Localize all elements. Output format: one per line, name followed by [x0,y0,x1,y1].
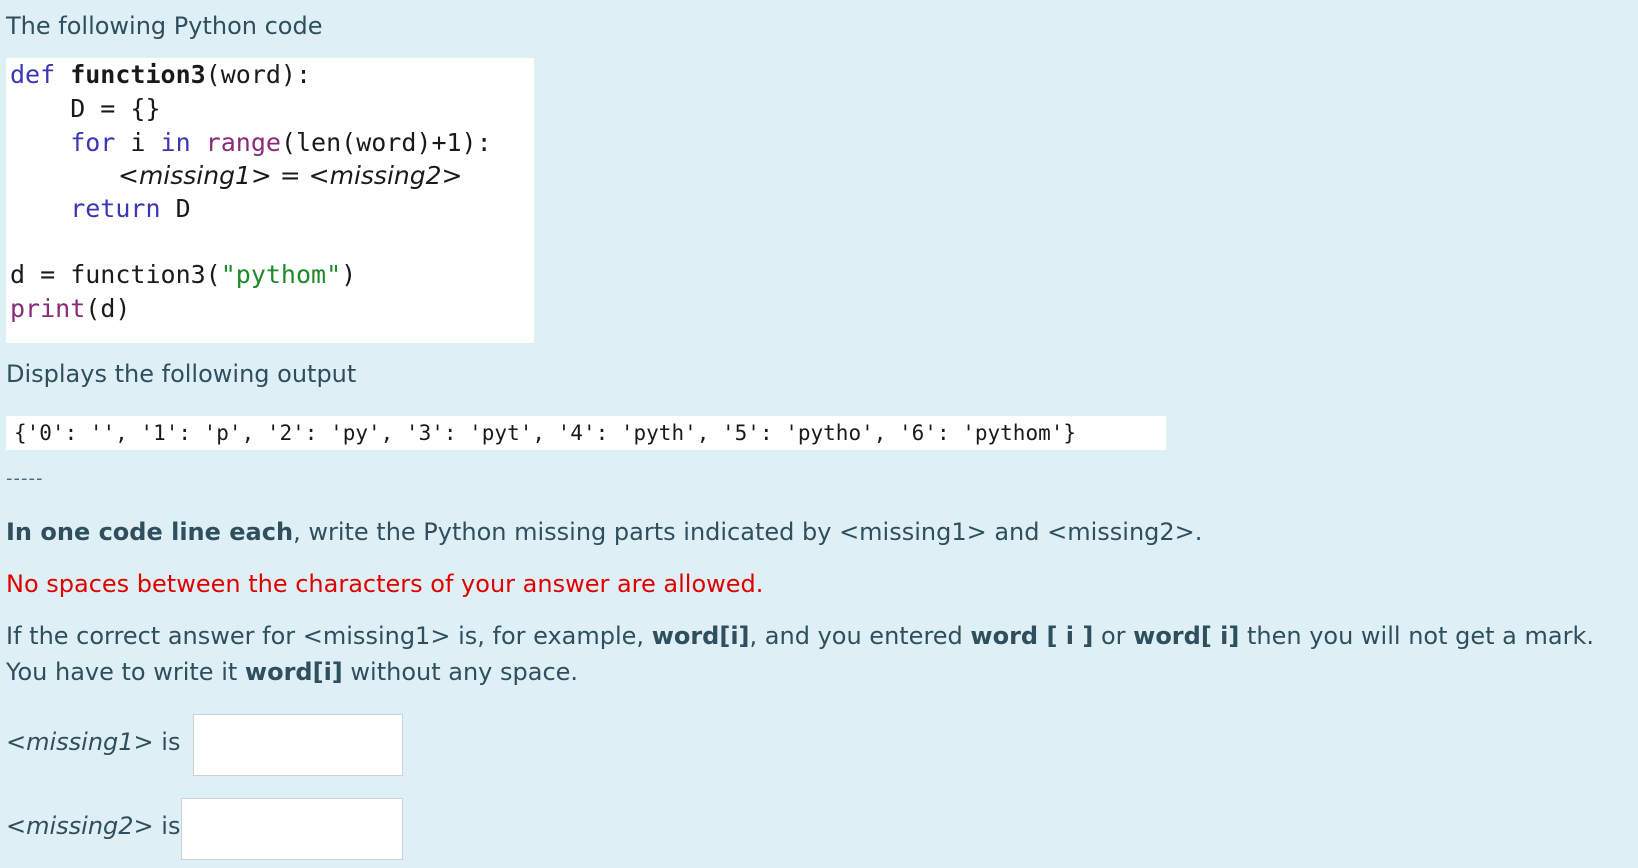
missing1-label: <missing1> is [6,728,181,756]
instruction-text: In one code line each, write the Python … [6,518,1203,546]
code-line-3: for i in range(len(word)+1): [10,128,492,157]
output-label: Displays the following output [6,360,357,388]
code-line-1: def function3(word): [10,60,312,89]
missing2-label: <missing2> is [6,812,181,840]
intro-text: The following Python code [6,12,323,40]
code-line-5: return D [10,194,191,223]
separator: ----- [6,468,44,489]
example-text: If the correct answer for <missing1> is,… [6,622,1594,686]
missing1-input[interactable] [193,714,403,776]
code-block: def function3(word): D = {} for i in ran… [6,58,534,343]
instruction-bold: In one code line each [6,518,294,546]
code-line-6: d = function3("pythom") [10,260,357,289]
missing2-input[interactable] [181,798,403,860]
code-line-7: print(d) [10,294,131,323]
output-block: {'0': '', '1': 'p', '2': 'py', '3': 'pyt… [6,416,1166,450]
warning-text: No spaces between the characters of your… [6,570,764,598]
code-line-4-missing: <missing1> = <missing2> [118,161,463,190]
question-page: The following Python code def function3(… [0,0,1638,868]
code-line-2: D = {} [10,94,161,123]
